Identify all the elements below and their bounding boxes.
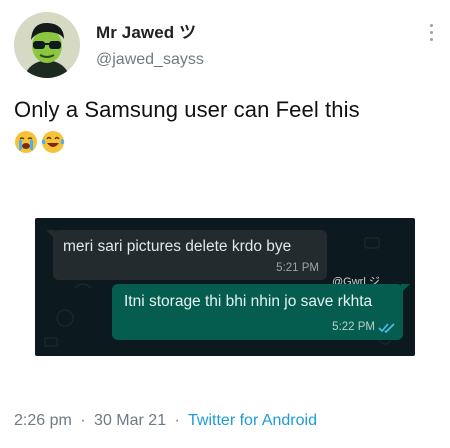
face-with-tears-of-joy-icon: [41, 131, 65, 153]
loudly-crying-face-icon: [15, 131, 37, 153]
author-info: Mr Jawed ツ @jawed_sayss: [96, 18, 204, 69]
incoming-message-bubble[interactable]: meri sari pictures delete krdo bye 5:21 …: [53, 230, 327, 280]
outgoing-message-time: 5:22 PM: [332, 321, 375, 333]
tweet-time[interactable]: 2:26 pm: [14, 412, 72, 429]
tweet-date[interactable]: 30 Mar 21: [94, 412, 166, 429]
footer-separator: ·: [174, 412, 180, 429]
avatar[interactable]: [14, 12, 80, 78]
author-name[interactable]: Mr Jawed ツ: [96, 18, 204, 43]
tweet-header: Mr Jawed ツ @jawed_sayss: [14, 12, 440, 82]
tweet-text: Only a Samsung user can Feel this: [14, 97, 360, 122]
incoming-message-time: 5:21 PM: [276, 262, 319, 274]
tweet-footer: 2:26 pm · 30 Mar 21 · Twitter for Androi…: [14, 412, 317, 430]
author-handle[interactable]: @jawed_sayss: [96, 51, 204, 69]
double-check-read-icon: [378, 323, 395, 334]
incoming-message-text: meri sari pictures delete krdo bye: [63, 238, 292, 255]
chat-screenshot: meri sari pictures delete krdo bye 5:21 …: [35, 218, 415, 356]
more-options-icon[interactable]: [428, 24, 434, 46]
footer-separator: ·: [80, 412, 86, 429]
tweet-emojis: [14, 130, 65, 154]
tweet-source-link[interactable]: Twitter for Android: [188, 412, 317, 429]
outgoing-message-bubble[interactable]: Itni storage thi bhi nhin jo save rkhta …: [112, 284, 403, 340]
outgoing-message-text: Itni storage thi bhi nhin jo save rkhta: [124, 293, 373, 310]
